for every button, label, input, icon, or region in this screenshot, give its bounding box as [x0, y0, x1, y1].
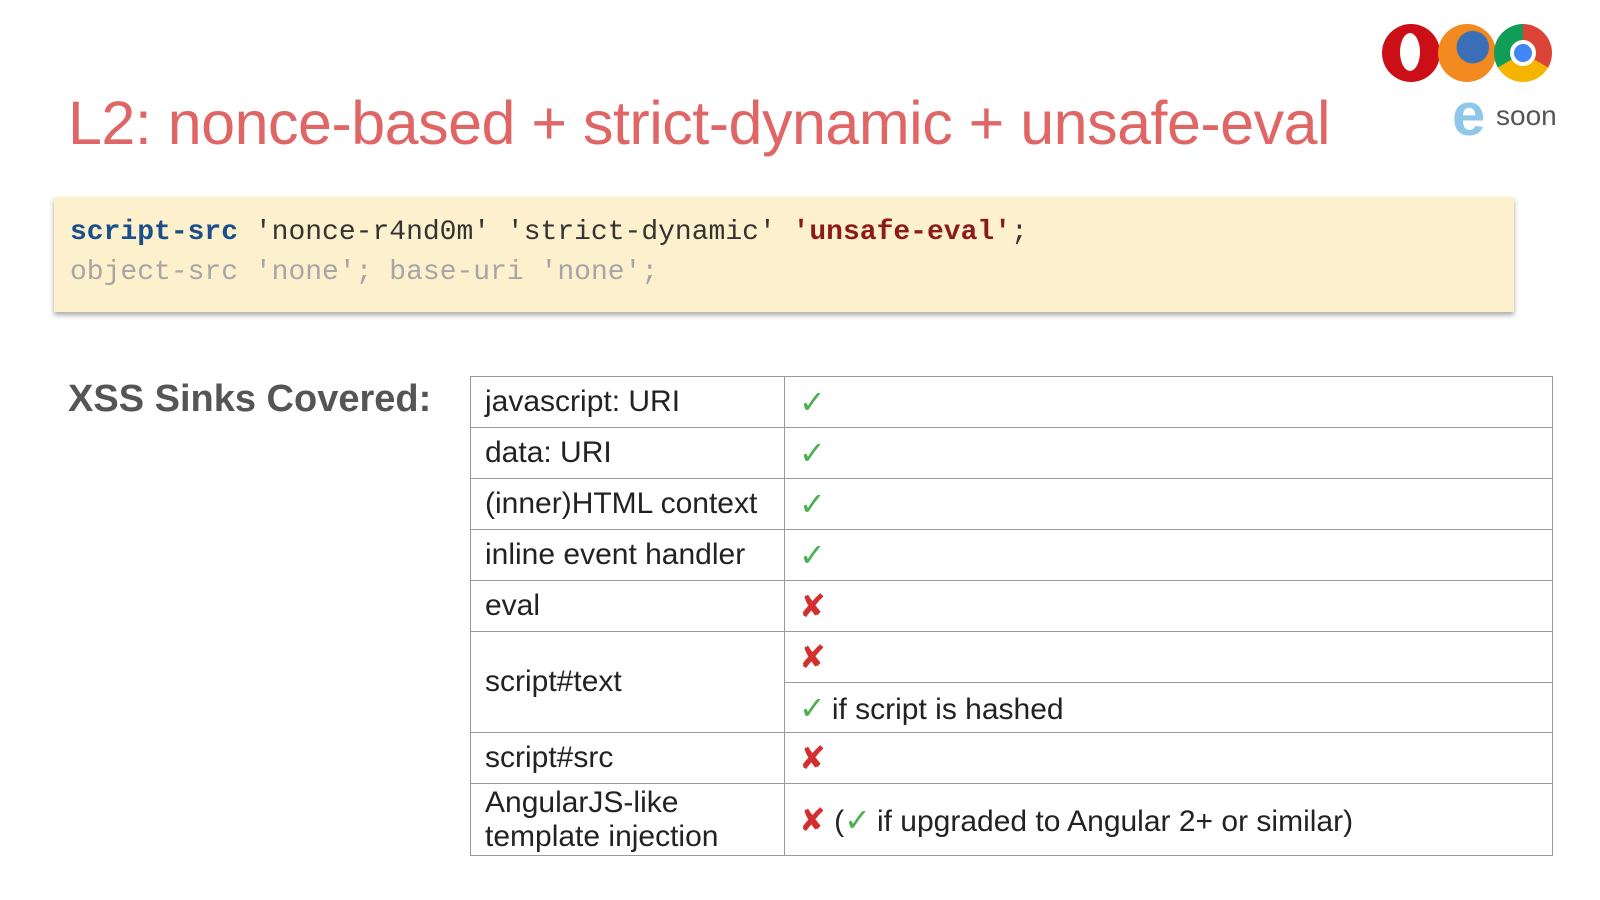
cross-icon: ✘ — [799, 588, 826, 624]
line2-terminator: ; — [641, 257, 659, 288]
table-row: (inner)HTML context ✓ — [470, 478, 1553, 530]
table-row: script#src ✘ — [470, 732, 1553, 784]
csp-code-block: script-src 'nonce-r4nd0m' 'strict-dynami… — [54, 197, 1514, 312]
check-icon: ✓ — [799, 689, 826, 726]
base-uri-directive: base-uri — [389, 257, 524, 288]
sink-status: ✘ (✓ if upgraded to Angular 2+ or similar… — [784, 783, 1553, 856]
sink-status: ✓ — [784, 376, 1553, 428]
check-icon: ✓ — [799, 435, 826, 471]
angular-upgrade-note: if upgraded to Angular 2+ or similar) — [876, 804, 1354, 838]
strict-dynamic-value: 'strict-dynamic' — [506, 217, 776, 248]
sink-name: AngularJS-like template injection — [470, 783, 785, 856]
csp-line-object-base: object-src 'none'; base-uri 'none'; — [70, 253, 1514, 293]
sink-name: (inner)HTML context — [470, 478, 785, 530]
hashed-note: if script is hashed — [831, 692, 1064, 726]
base-uri-value: 'none' — [540, 257, 642, 288]
sink-status: ✓ — [784, 478, 1553, 530]
sink-name-line1: AngularJS-like — [485, 785, 679, 819]
sink-status: ✘ — [784, 631, 1553, 683]
object-src-directive: object-src — [70, 257, 239, 288]
script-src-directive: script-src — [70, 217, 239, 248]
note-open-paren: ( — [834, 804, 845, 838]
table-row: data: URI ✓ — [470, 427, 1553, 479]
cross-icon: ✘ — [799, 639, 826, 675]
line1-terminator: ; — [1011, 217, 1028, 248]
check-icon: ✓ — [799, 537, 826, 573]
check-icon: ✓ — [799, 384, 826, 420]
line2-separator: ; — [355, 257, 373, 288]
sink-name: script#text — [470, 631, 785, 733]
sink-substatus: ✓ if script is hashed — [784, 682, 1553, 733]
table-row: inline event handler ✓ — [470, 529, 1553, 581]
sink-status: ✘ — [784, 732, 1553, 784]
firefox-icon — [1438, 24, 1496, 82]
opera-icon — [1382, 24, 1440, 82]
browser-support-icons: e soon — [1380, 20, 1560, 150]
table-row: AngularJS-like template injection ✘ (✓ if … — [470, 783, 1553, 856]
table-row: javascript: URI ✓ — [470, 376, 1553, 428]
unsafe-eval-value: 'unsafe-eval' — [792, 217, 1011, 248]
sinks-table: javascript: URI ✓ data: URI ✓ (inner)HTM… — [470, 376, 1553, 856]
csp-line-script-src: script-src 'nonce-r4nd0m' 'strict-dynami… — [70, 213, 1514, 253]
sink-name: script#src — [470, 732, 785, 784]
sink-status: ✓ — [784, 427, 1553, 479]
sink-name: data: URI — [470, 427, 785, 479]
cross-icon: ✘ — [799, 801, 826, 838]
edge-icon: e — [1452, 81, 1486, 148]
page-title: L2: nonce-based + strict-dynamic + unsaf… — [68, 89, 1331, 157]
sink-name-line2: template injection — [485, 819, 719, 853]
sink-name: inline event handler — [470, 529, 785, 581]
sinks-heading: XSS Sinks Covered: — [68, 378, 432, 420]
table-row: eval ✘ — [470, 580, 1553, 632]
check-icon: ✓ — [844, 801, 871, 838]
nonce-value: 'nonce-r4nd0m' — [254, 217, 491, 248]
cross-icon: ✘ — [799, 740, 826, 776]
table-row: script#text ✘ — [470, 631, 1553, 733]
object-src-value: 'none' — [254, 257, 356, 288]
sink-status: ✓ — [784, 529, 1553, 581]
sink-name: javascript: URI — [470, 376, 785, 428]
sink-name: eval — [470, 580, 785, 632]
check-icon: ✓ — [799, 486, 826, 522]
sink-status: ✘ — [784, 580, 1553, 632]
chrome-icon — [1494, 24, 1552, 82]
edge-soon-label: soon — [1496, 100, 1557, 131]
